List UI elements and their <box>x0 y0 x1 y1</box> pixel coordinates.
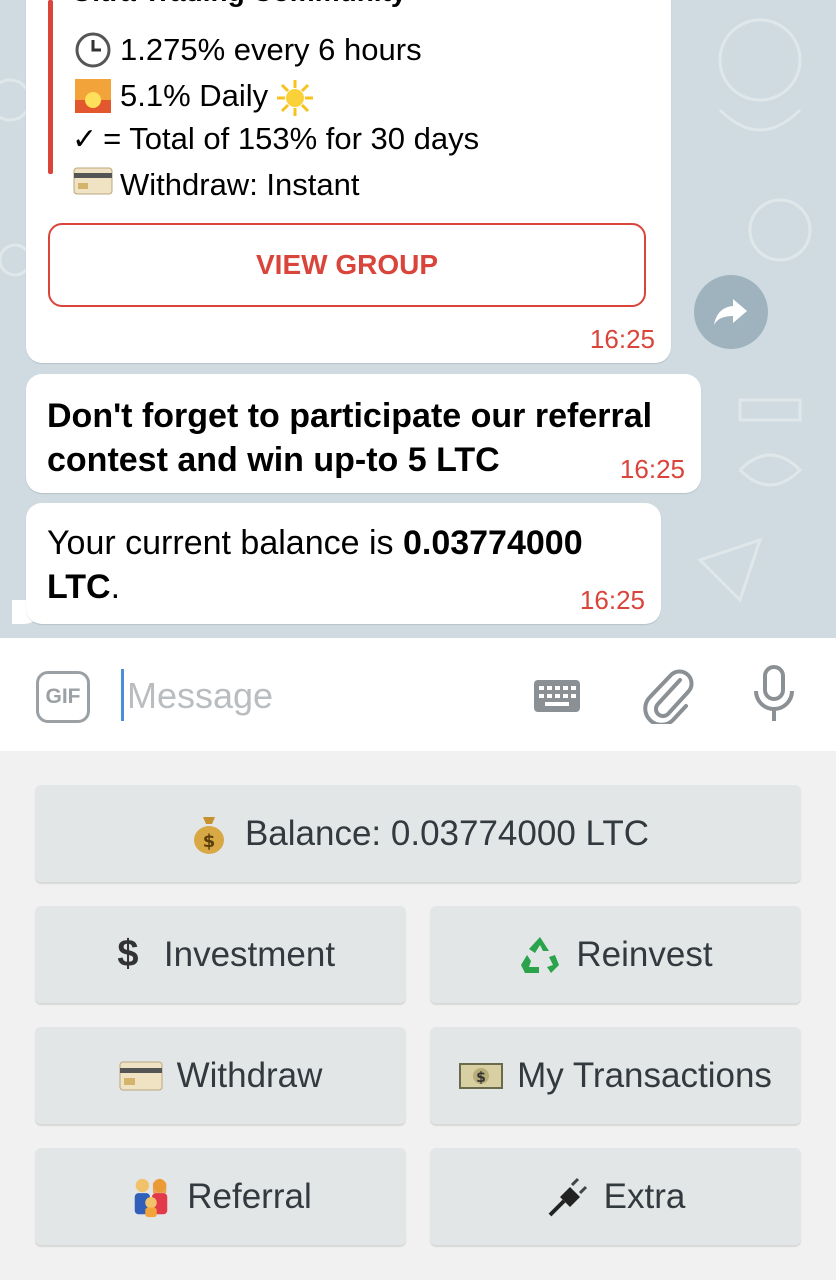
info-line-total: ✓ = Total of 153% for 30 days <box>72 121 479 157</box>
chat-area[interactable]: Ultra Trading Community 1.275% every 6 h… <box>0 0 836 638</box>
button-label: Balance: 0.03774000 LTC <box>244 813 650 853</box>
money-bag-icon: $ <box>187 812 231 856</box>
paperclip-icon <box>643 669 694 724</box>
message-bubble-referral[interactable]: Don't forget to participate our referral… <box>26 374 701 493</box>
button-label: Reinvest <box>576 934 713 974</box>
info-line-text: = Total of 153% for 30 days <box>103 121 480 156</box>
text-caret <box>121 669 124 721</box>
button-label: Referral <box>187 1176 312 1216</box>
info-line-text: Withdraw: Instant <box>120 167 360 202</box>
message-time: 16:25 <box>589 324 655 354</box>
message-time: 16:25 <box>619 454 685 484</box>
button-label: Withdraw <box>176 1055 323 1095</box>
extra-button[interactable]: Extra <box>430 1148 801 1245</box>
quote-bar <box>48 0 53 174</box>
clock-icon <box>72 32 114 68</box>
sunrise-icon <box>72 78 114 114</box>
voice-record-button[interactable] <box>748 664 800 724</box>
bot-keyboard: $ Balance: 0.03774000 LTC $ Investment R… <box>0 751 836 1280</box>
family-icon <box>129 1175 173 1219</box>
sun-icon <box>274 78 316 116</box>
microphone-icon <box>754 665 794 721</box>
investment-button[interactable]: $ Investment <box>35 906 406 1003</box>
view-group-button[interactable]: VIEW GROUP <box>48 223 646 307</box>
button-label: Extra <box>603 1176 686 1216</box>
message-text: Your current balance is 0.03774000 LTC. <box>47 521 647 609</box>
message-text-prefix: Your current balance is <box>47 524 403 562</box>
balance-button[interactable]: $ Balance: 0.03774000 LTC <box>35 785 801 882</box>
button-label: My Transactions <box>517 1055 772 1095</box>
reinvest-button[interactable]: Reinvest <box>430 906 801 1003</box>
message-bubble-balance[interactable]: Your current balance is 0.03774000 LTC. … <box>26 503 661 624</box>
referral-button[interactable]: Referral <box>35 1148 406 1245</box>
info-line-text: 5.1% Daily <box>120 78 269 113</box>
my-transactions-button[interactable]: $ My Transactions <box>430 1027 801 1124</box>
forwarded-message-bubble[interactable]: Ultra Trading Community 1.275% every 6 h… <box>26 0 671 363</box>
gif-button[interactable]: GIF <box>36 671 90 723</box>
checkmark-icon: ✓ <box>72 121 98 157</box>
info-line-text: 1.275% every 6 hours <box>120 32 422 67</box>
credit-card-icon <box>72 167 114 203</box>
plug-icon <box>546 1175 590 1219</box>
keyboard-toggle-button[interactable] <box>532 676 582 716</box>
info-line-daily: 5.1% Daily <box>72 78 316 116</box>
share-button[interactable] <box>694 275 768 349</box>
attach-button[interactable] <box>640 665 696 725</box>
info-line-rate: 1.275% every 6 hours <box>72 32 422 68</box>
message-text: Don't forget to participate our referral… <box>47 397 653 479</box>
message-time: 16:25 <box>579 585 645 615</box>
credit-card-icon <box>119 1054 163 1098</box>
withdraw-button[interactable]: Withdraw <box>35 1027 406 1124</box>
recycle-icon <box>518 933 562 977</box>
keyboard-icon <box>534 680 580 712</box>
svg-text:$: $ <box>476 1070 486 1086</box>
dollar-sign-icon: $ <box>117 933 139 975</box>
message-input[interactable] <box>127 671 507 721</box>
message-text-suffix: . <box>110 568 121 606</box>
svg-text:$: $ <box>203 831 216 852</box>
share-arrow-icon <box>714 299 747 325</box>
info-line-withdraw: Withdraw: Instant <box>72 167 359 203</box>
banknote-icon: $ <box>459 1054 504 1098</box>
forwarded-title: Ultra Trading Community <box>72 0 406 8</box>
button-label: Investment <box>163 934 336 974</box>
